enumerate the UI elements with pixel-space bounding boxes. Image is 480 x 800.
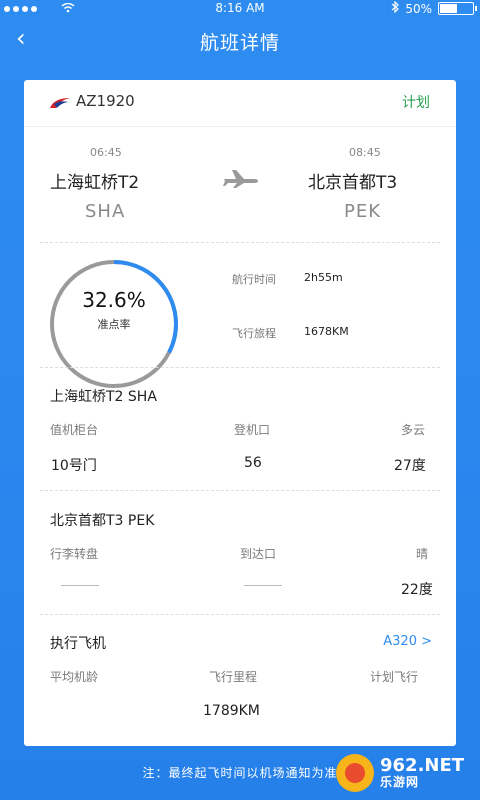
departure-temperature: 27度 bbox=[394, 458, 426, 474]
battery-percent: 50% bbox=[405, 1, 432, 16]
arrival-temperature: 22度 bbox=[401, 582, 433, 598]
checkin-counter-value: 10号门 bbox=[51, 458, 97, 474]
divider bbox=[40, 367, 440, 368]
flight-number: AZ1920 bbox=[76, 92, 135, 110]
divider bbox=[40, 614, 440, 615]
flight-status-badge: 计划 bbox=[402, 95, 430, 111]
distance-value: 1678KM bbox=[304, 325, 349, 338]
on-time-rate-value: 32.6% bbox=[82, 288, 146, 312]
arrival-code: PEK bbox=[344, 201, 382, 222]
arrival-time: 08:45 bbox=[349, 146, 381, 159]
departure-code: SHA bbox=[85, 201, 126, 222]
on-time-rate-label: 准点率 bbox=[97, 318, 131, 331]
gate-label: 登机口 bbox=[234, 423, 271, 437]
battery-icon bbox=[438, 2, 477, 15]
divider bbox=[40, 242, 440, 243]
departure-section-title: 上海虹桥T2 SHA bbox=[50, 389, 157, 405]
baggage-carousel-empty bbox=[61, 585, 99, 586]
watermark-logo: 962.NET 乐游网 bbox=[336, 750, 476, 796]
aircraft-model-link[interactable]: A320 > bbox=[383, 634, 432, 649]
distance-label: 飞行旅程 bbox=[232, 327, 276, 340]
baggage-carousel-label: 行李转盘 bbox=[50, 547, 99, 561]
status-bar: 8:16 AM 50% bbox=[0, 0, 480, 18]
arrival-weather-label: 晴 bbox=[416, 547, 429, 561]
avg-age-label: 平均机龄 bbox=[50, 670, 99, 684]
nav-bar: ‹ 航班详情 bbox=[0, 18, 480, 64]
airplane-icon bbox=[223, 170, 258, 188]
departure-time: 06:45 bbox=[90, 146, 122, 159]
watermark-icon bbox=[336, 754, 374, 792]
arrival-airport: 北京首都T3 bbox=[308, 173, 398, 193]
duration-value: 2h55m bbox=[304, 271, 343, 284]
flight-detail-card: AZ1920 计划 06:45 08:45 上海虹桥T2 北京首都T3 SHA … bbox=[24, 80, 456, 746]
departure-weather-label: 多云 bbox=[401, 423, 426, 437]
flight-mileage-label: 飞行里程 bbox=[209, 670, 258, 684]
flight-mileage-value: 1789KM bbox=[203, 703, 260, 719]
aircraft-section-title: 执行飞机 bbox=[50, 636, 106, 652]
battery-fill bbox=[440, 4, 457, 13]
watermark-bottom: 乐游网 bbox=[380, 775, 420, 789]
page-title: 航班详情 bbox=[199, 32, 280, 54]
gate-value: 56 bbox=[244, 455, 262, 471]
departure-airport: 上海虹桥T2 bbox=[50, 173, 140, 193]
divider bbox=[40, 490, 440, 491]
arrival-section-title: 北京首都T3 PEK bbox=[50, 513, 155, 529]
planned-flights-label: 计划飞行 bbox=[370, 670, 419, 684]
checkin-counter-label: 值机柜台 bbox=[50, 423, 99, 437]
arrival-exit-empty bbox=[244, 585, 282, 586]
duration-label: 航行时间 bbox=[232, 273, 276, 286]
flight-header: AZ1920 计划 bbox=[24, 80, 456, 127]
bluetooth-icon bbox=[391, 0, 400, 16]
watermark-top: 962.NET bbox=[380, 755, 465, 776]
arrival-exit-label: 到达口 bbox=[240, 547, 277, 561]
airline-logo-icon bbox=[50, 98, 70, 108]
